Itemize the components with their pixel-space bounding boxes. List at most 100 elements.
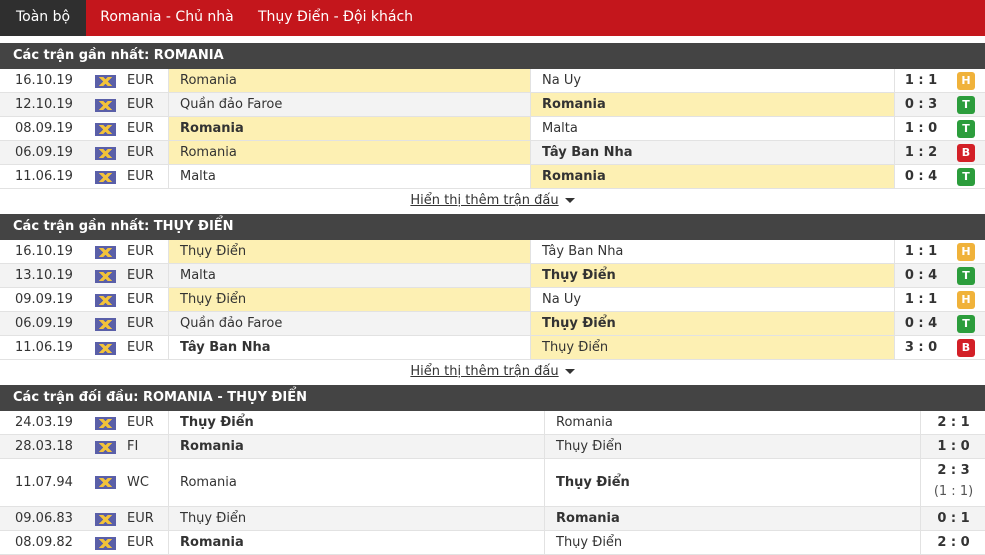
home-team[interactable]: Thụy Điển (168, 288, 530, 311)
competition-code: EUR (127, 145, 154, 160)
match-history-widget: Toàn bộ Romania - Chủ nhà Thụy Điển - Độ… (0, 0, 985, 555)
home-team[interactable]: Romania (168, 117, 530, 140)
home-team[interactable]: Romania (168, 141, 530, 164)
competition-flag-icon (95, 270, 116, 283)
result-badge: T (957, 267, 975, 285)
match-row[interactable]: 12.10.19 EUR Quần đảo Faroe Romania 0 : 3 T (0, 93, 985, 117)
match-date: 08.09.19 (15, 121, 73, 136)
tab-romania-home[interactable]: Romania - Chủ nhà (91, 0, 243, 36)
show-more-link[interactable]: Hiển thị thêm trận đấu (0, 360, 985, 384)
competition-flag-icon (95, 99, 116, 112)
match-score: 2 : 0 (920, 531, 985, 554)
match-row[interactable]: 16.10.19 EUR Romania Na Uy 1 : 1 H (0, 69, 985, 93)
match-score: 0 : 4 (894, 312, 947, 335)
tab-all[interactable]: Toàn bộ (0, 0, 86, 36)
competition-code: EUR (127, 244, 154, 259)
away-team[interactable]: Thụy Điển (530, 312, 894, 335)
result-badge: H (957, 243, 975, 261)
competition-flag-icon (95, 318, 116, 331)
result-badge: T (957, 96, 975, 114)
competition-code: EUR (127, 292, 154, 307)
away-team[interactable]: Romania (544, 411, 920, 434)
away-team[interactable]: Thụy Điển (530, 264, 894, 287)
competition-flag-icon (95, 123, 116, 136)
away-team[interactable]: Thụy Điển (530, 336, 894, 359)
match-date: 11.06.19 (15, 169, 73, 184)
match-row[interactable]: 24.03.19 EUR Thụy Điển Romania 2 : 1 (0, 411, 985, 435)
away-team[interactable]: Romania (530, 165, 894, 188)
home-team[interactable]: Romania (168, 69, 530, 92)
section-title: Các trận gần nhất: THỤY ĐIỂN (13, 219, 234, 234)
competition-code: EUR (127, 121, 154, 136)
away-team[interactable]: Romania (544, 507, 920, 530)
away-team[interactable]: Tây Ban Nha (530, 141, 894, 164)
home-team[interactable]: Thụy Điển (168, 240, 530, 263)
match-row[interactable]: 09.06.83 EUR Thụy Điển Romania 0 : 1 (0, 507, 985, 531)
match-row[interactable]: 06.09.19 EUR Quần đảo Faroe Thụy Điển 0 : 4 T (0, 312, 985, 336)
match-row[interactable]: 06.09.19 EUR Romania Tây Ban Nha 1 : 2 B (0, 141, 985, 165)
section-header-romania: Các trận gần nhất: ROMANIA (0, 43, 985, 69)
tab-sweden-away[interactable]: Thụy Điển - Đội khách (243, 0, 428, 36)
section-header-sweden: Các trận gần nhất: THỤY ĐIỂN (0, 214, 985, 240)
match-score: 2 : 1 (920, 411, 985, 434)
match-score: 1 : 1 (894, 69, 947, 92)
competition-code: FI (127, 439, 139, 454)
competition-flag-icon (95, 171, 116, 184)
match-row[interactable]: 09.09.19 EUR Thụy Điển Na Uy 1 : 1 H (0, 288, 985, 312)
section-header-head-to-head: Các trận đối đầu: ROMANIA - THỤY ĐIỂN (0, 385, 985, 411)
match-row[interactable]: 11.06.19 EUR Malta Romania 0 : 4 T (0, 165, 985, 189)
match-date: 13.10.19 (15, 268, 73, 283)
match-score: 1 : 0 (894, 117, 947, 140)
away-team[interactable]: Romania (530, 93, 894, 116)
match-score: 2 : 3 (1 : 1) (920, 459, 985, 506)
home-team[interactable]: Quần đảo Faroe (168, 312, 530, 335)
match-score: 3 : 0 (894, 336, 947, 359)
match-score: 0 : 4 (894, 264, 947, 287)
home-team[interactable]: Thụy Điển (168, 411, 544, 434)
match-row[interactable]: 11.07.94 WC Romania Thụy Điển 2 : 3 (1 : 1) (0, 459, 985, 507)
match-row[interactable]: 08.09.82 EUR Romania Thụy Điển 2 : 0 (0, 531, 985, 555)
tab-bar: Toàn bộ Romania - Chủ nhà Thụy Điển - Độ… (0, 0, 985, 36)
section-title: Các trận đối đầu: ROMANIA - THỤY ĐIỂN (13, 390, 308, 405)
match-row[interactable]: 08.09.19 EUR Romania Malta 1 : 0 T (0, 117, 985, 141)
full-time-score: 2 : 3 (937, 463, 970, 478)
competition-code: EUR (127, 535, 154, 550)
competition-code: EUR (127, 511, 154, 526)
away-team[interactable]: Thụy Điển (544, 435, 920, 458)
match-date: 16.10.19 (15, 244, 73, 259)
away-team[interactable]: Na Uy (530, 288, 894, 311)
match-date: 24.03.19 (15, 415, 73, 430)
match-score: 0 : 3 (894, 93, 947, 116)
result-badge: T (957, 120, 975, 138)
competition-code: EUR (127, 268, 154, 283)
show-more-link[interactable]: Hiển thị thêm trận đấu (0, 189, 985, 213)
home-team[interactable]: Quần đảo Faroe (168, 93, 530, 116)
competition-flag-icon (95, 342, 116, 355)
home-team[interactable]: Tây Ban Nha (168, 336, 530, 359)
match-score: 1 : 0 (920, 435, 985, 458)
match-date: 11.07.94 (15, 475, 73, 490)
home-team[interactable]: Malta (168, 264, 530, 287)
home-team[interactable]: Romania (168, 459, 544, 506)
match-date: 16.10.19 (15, 73, 73, 88)
match-row[interactable]: 16.10.19 EUR Thụy Điển Tây Ban Nha 1 : 1 H (0, 240, 985, 264)
result-badge: B (957, 144, 975, 162)
match-row[interactable]: 13.10.19 EUR Malta Thụy Điển 0 : 4 T (0, 264, 985, 288)
home-team[interactable]: Malta (168, 165, 530, 188)
away-team[interactable]: Malta (530, 117, 894, 140)
away-team[interactable]: Thụy Điển (544, 531, 920, 554)
competition-flag-icon (95, 513, 116, 526)
away-team[interactable]: Thụy Điển (544, 459, 920, 506)
result-badge: B (957, 339, 975, 357)
away-team[interactable]: Tây Ban Nha (530, 240, 894, 263)
match-row[interactable]: 28.03.18 FI Romania Thụy Điển 1 : 0 (0, 435, 985, 459)
competition-code: EUR (127, 316, 154, 331)
away-team[interactable]: Na Uy (530, 69, 894, 92)
match-row[interactable]: 11.06.19 EUR Tây Ban Nha Thụy Điển 3 : 0 B (0, 336, 985, 360)
match-date: 28.03.18 (15, 439, 73, 454)
result-badge: T (957, 315, 975, 333)
home-team[interactable]: Romania (168, 435, 544, 458)
home-team[interactable]: Thụy Điển (168, 507, 544, 530)
home-team[interactable]: Romania (168, 531, 544, 554)
competition-flag-icon (95, 147, 116, 160)
